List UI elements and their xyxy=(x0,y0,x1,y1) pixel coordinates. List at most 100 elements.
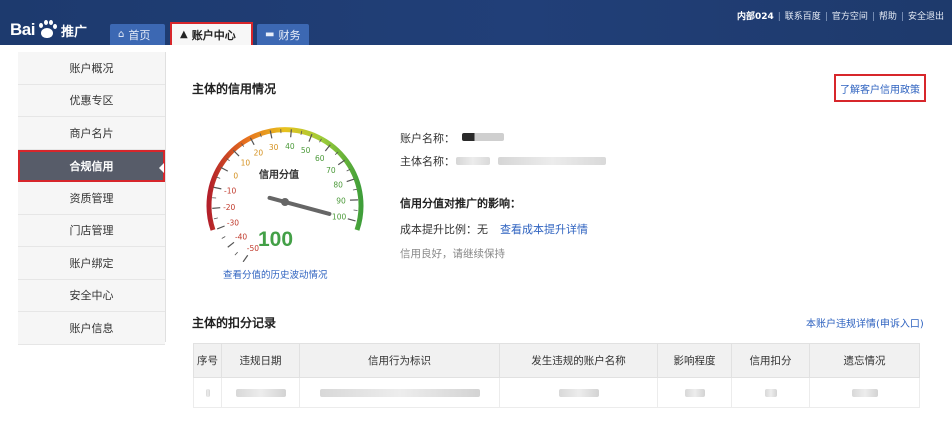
gauge-tick-label: 20 xyxy=(254,149,264,158)
gauge-tick xyxy=(213,186,222,190)
col-forget-status: 遗忘情况 xyxy=(809,343,920,378)
table-row[interactable] xyxy=(193,377,920,408)
sidebar-item-label: 账户概况 xyxy=(69,61,114,75)
sidebar-item-label: 合规信用 xyxy=(69,159,114,173)
cost-increase-row: 成本提升比例：无 查看成本提升详情 xyxy=(400,221,588,237)
table-header-row: 序号 违规日期 信用行为标识 发生违规的账户名称 影响程度 信用扣分 遗忘情况 xyxy=(193,343,920,378)
col-behavior-id: 信用行为标识 xyxy=(299,343,500,378)
account-name-redacted xyxy=(462,133,504,141)
cell-date xyxy=(221,377,300,408)
gauge-tick xyxy=(227,241,235,248)
tab-account-center[interactable]: ▲ 账户中心 xyxy=(170,22,253,45)
gauge-tick xyxy=(232,149,240,157)
contact-baidu-link[interactable]: 联系百度 xyxy=(785,12,821,22)
cost-value: 无 xyxy=(477,223,488,236)
user-icon: ▲ xyxy=(180,29,188,40)
sidebar-item-label: 安全中心 xyxy=(69,289,114,303)
entity-name-redacted-1 xyxy=(456,157,490,165)
official-space-link[interactable]: 官方空间 xyxy=(832,12,868,22)
gauge-tick-label: -20 xyxy=(223,203,235,212)
entity-name-label: 主体名称： xyxy=(400,155,455,168)
tab-home[interactable]: ⌂ 首页 xyxy=(110,24,165,45)
gauge-tick-label: -40 xyxy=(235,233,247,242)
entity-name-redacted-2 xyxy=(498,157,606,165)
gauge-tick xyxy=(242,254,249,262)
sidebar-item-label: 资质管理 xyxy=(69,191,114,205)
cell-behavior xyxy=(299,377,500,408)
gauge-tick xyxy=(212,207,221,209)
sidebar-item-qualification[interactable]: 资质管理 xyxy=(18,182,165,215)
sidebar-item-label: 账户信息 xyxy=(69,321,114,335)
gauge-tick-label: 90 xyxy=(336,196,346,205)
tab-finance[interactable]: ▬ 财务 xyxy=(257,24,309,45)
deduction-section-title: 主体的扣分记录 xyxy=(192,316,277,330)
gauge-tick-label: 70 xyxy=(326,166,336,175)
gauge-tick-label: 10 xyxy=(241,158,251,167)
account-name-label: 账户名称： xyxy=(400,132,455,145)
gauge-tick xyxy=(213,217,218,220)
deduction-records-table: 序号 违规日期 信用行为标识 发生违规的账户名称 影响程度 信用扣分 遗忘情况 xyxy=(193,343,920,408)
gauge-tick-label: 30 xyxy=(269,143,279,152)
logo-text: Bai xyxy=(10,20,35,39)
col-index: 序号 xyxy=(193,343,222,378)
credit-status-text: 信用良好，请继续保持 xyxy=(400,248,505,260)
cell-deduction xyxy=(731,377,810,408)
cost-label: 成本提升比例： xyxy=(400,223,477,236)
col-violation-date: 违规日期 xyxy=(221,343,300,378)
logo-suffix: 推广 xyxy=(60,24,87,40)
logout-link[interactable]: 安全退出 xyxy=(908,12,944,22)
sidebar-item-label: 账户绑定 xyxy=(69,256,114,270)
gauge-tick-label: 0 xyxy=(233,171,238,180)
home-icon: ⌂ xyxy=(118,29,125,40)
sidebar-item-compliance-credit[interactable]: 合规信用 xyxy=(18,149,165,182)
gauge-tick xyxy=(352,188,357,191)
gauge-label: 信用分值 xyxy=(259,170,299,181)
gauge-hub xyxy=(281,198,289,206)
sidebar-item-label: 门店管理 xyxy=(69,224,114,238)
tab-home-label: 首页 xyxy=(128,28,151,42)
gauge-needle xyxy=(267,195,332,216)
sidebar-item-account-overview[interactable]: 账户概况 xyxy=(18,52,165,85)
gauge-tick-label: -10 xyxy=(224,187,236,196)
gauge-tick-label: 80 xyxy=(333,180,343,189)
violation-appeal-link[interactable]: 本账户违规详情(申诉入口) xyxy=(806,315,924,330)
sidebar-item-label: 商户名片 xyxy=(69,126,114,140)
baidu-tuiguang-logo[interactable]: Bai 推广 xyxy=(10,19,87,41)
sidebar: 账户概况 优惠专区 商户名片 合规信用 资质管理 门店管理 账户绑定 安全中心 … xyxy=(18,52,166,345)
top-links: 内部024 | 联系百度 | 官方空间 | 帮助 | 安全退出 xyxy=(736,12,944,22)
gauge-tick xyxy=(347,218,356,222)
sidebar-item-business-card[interactable]: 商户名片 xyxy=(18,117,165,150)
credit-score-value: 100 xyxy=(258,228,294,251)
gauge-tick-label: -30 xyxy=(227,219,239,228)
card-icon: ▬ xyxy=(265,29,275,40)
gauge-tick xyxy=(337,159,346,166)
cell-account xyxy=(499,377,658,408)
sidebar-item-promotions[interactable]: 优惠专区 xyxy=(18,84,165,117)
top-header: Bai 推广 ⌂ 首页 ▲ 账户中心 ▬ 财务 内部024 | 联系百度 | 官方空间 |… xyxy=(0,0,952,45)
gauge-tick xyxy=(220,166,229,172)
baidu-paw-icon xyxy=(36,20,58,40)
score-history-link[interactable]: 查看分值的历史波动情况 xyxy=(223,267,328,281)
sidebar-item-store[interactable]: 门店管理 xyxy=(18,214,165,247)
credit-section-title: 主体的信用情况 xyxy=(192,82,277,96)
col-deduction: 信用扣分 xyxy=(731,343,810,378)
gauge-tick xyxy=(234,251,238,256)
tab-finance-label: 财务 xyxy=(278,28,301,42)
cell-index xyxy=(193,377,222,408)
col-impact: 影响程度 xyxy=(657,343,732,378)
sidebar-item-security[interactable]: 安全中心 xyxy=(18,279,165,312)
gauge-tick xyxy=(290,129,292,138)
cost-detail-link[interactable]: 查看成本提升详情 xyxy=(500,223,588,236)
account-id: 内部024 xyxy=(736,12,774,22)
sidebar-item-label: 优惠专区 xyxy=(69,94,114,108)
credit-policy-link[interactable]: 了解客户信用政策 xyxy=(834,74,926,102)
help-link[interactable]: 帮助 xyxy=(879,12,897,22)
sidebar-item-account-info[interactable]: 账户信息 xyxy=(18,312,165,345)
gauge-tick-label: 50 xyxy=(301,146,311,155)
gauge-tick xyxy=(221,236,226,239)
col-account-name: 发生违规的账户名称 xyxy=(499,343,658,378)
gauge-tick xyxy=(346,178,355,183)
sidebar-item-binding[interactable]: 账户绑定 xyxy=(18,247,165,280)
gauge-tick-label: 40 xyxy=(285,142,295,151)
gauge-tick xyxy=(216,225,225,230)
